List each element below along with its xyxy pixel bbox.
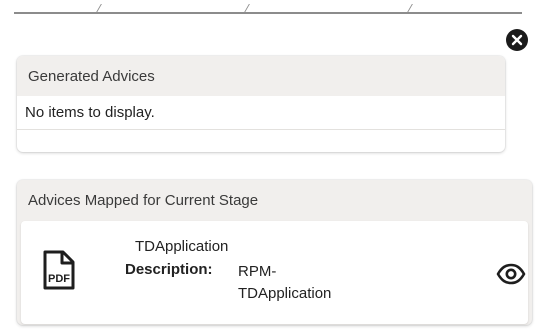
column-divider: [243, 4, 250, 14]
pdf-file-icon: PDF: [42, 250, 76, 290]
advice-name: TDApplication: [135, 238, 229, 255]
column-divider: [406, 4, 413, 14]
advices-panel: Generated Advices No items to display. A…: [0, 0, 536, 333]
pdf-icon-label: PDF: [48, 273, 70, 285]
description-value: RPM- TDApplication: [238, 261, 388, 305]
mapped-advices-card: Advices Mapped for Current Stage PDF TDA…: [17, 180, 532, 325]
eye-icon[interactable]: [495, 258, 527, 290]
description-line-1: RPM-: [238, 263, 277, 280]
empty-state-text: No items to display.: [17, 96, 505, 130]
close-icon[interactable]: [506, 29, 528, 51]
table-header-edge: [14, 0, 522, 14]
description-line-2: TDApplication: [238, 285, 332, 302]
mapped-advices-title: Advices Mapped for Current Stage: [17, 180, 532, 220]
column-divider: [95, 4, 102, 14]
advice-item: PDF TDApplication Description: RPM- TDAp…: [21, 221, 528, 324]
description-label: Description:: [125, 261, 213, 278]
close-x-glyph: [511, 34, 523, 46]
generated-advices-title: Generated Advices: [17, 56, 505, 96]
generated-advices-card: Generated Advices No items to display.: [17, 56, 505, 152]
